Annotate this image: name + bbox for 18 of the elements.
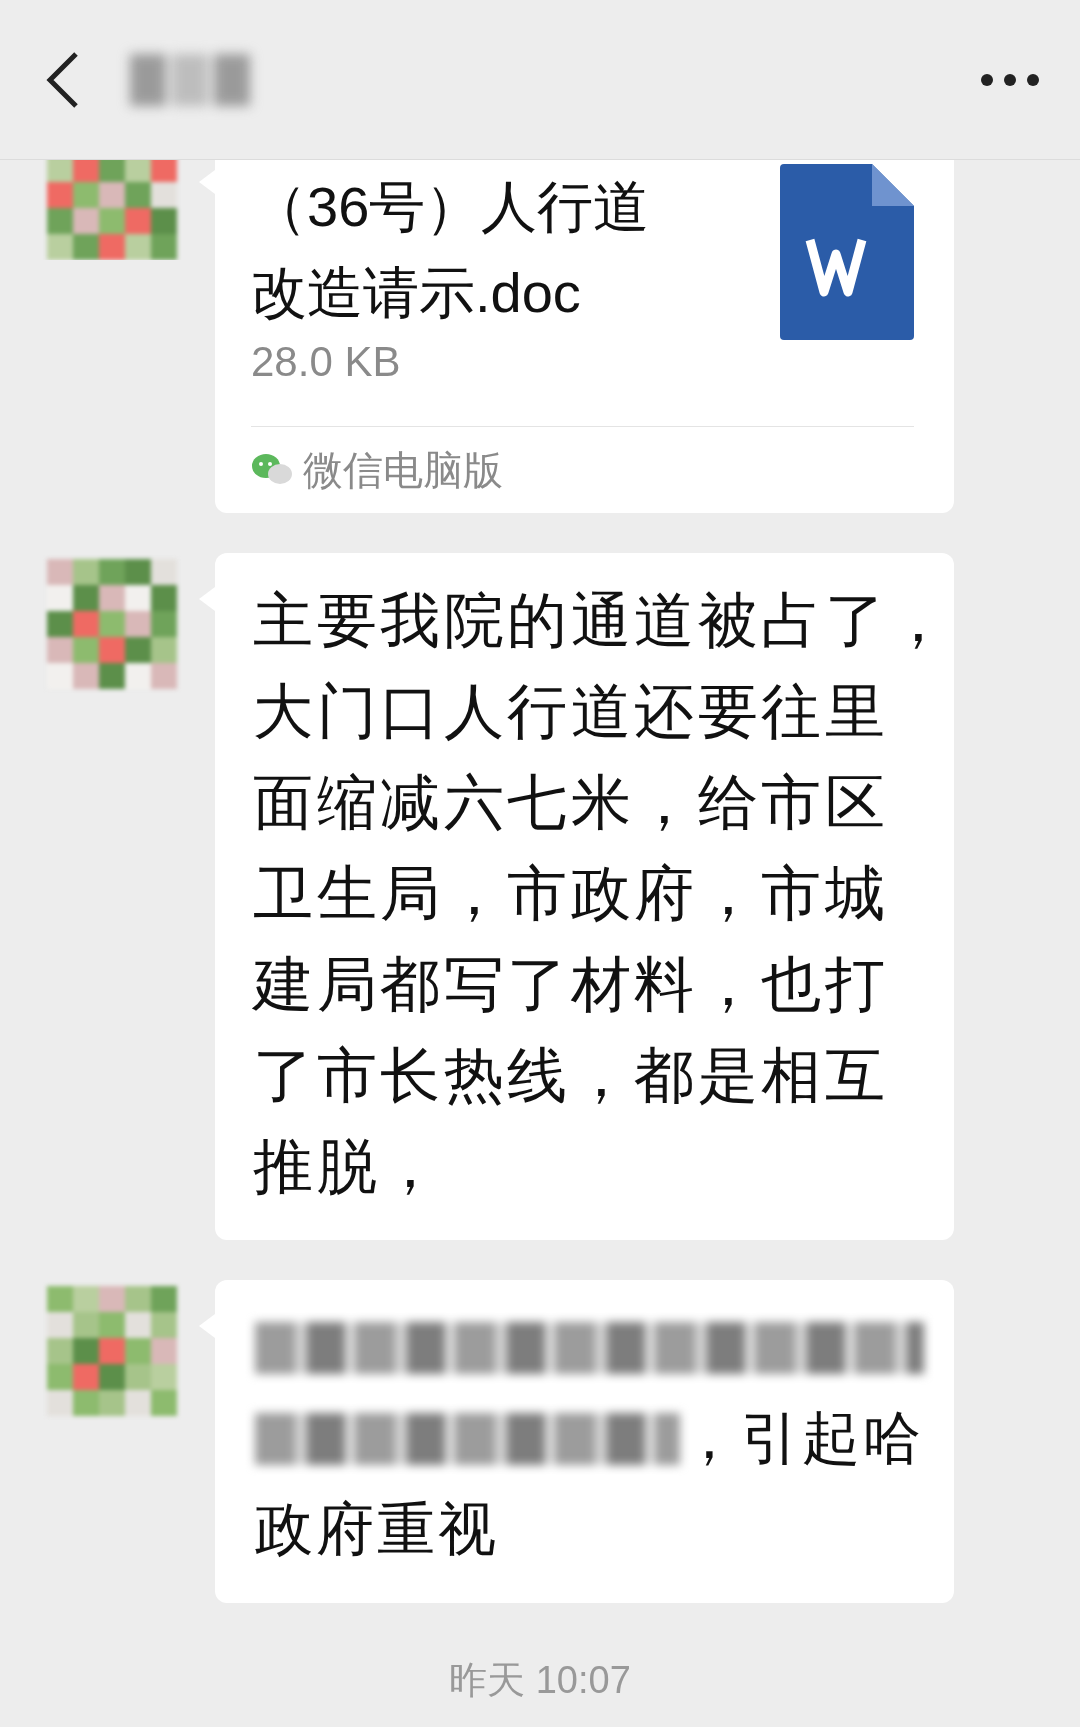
chat-bubbles-icon	[251, 453, 293, 487]
document-icon	[780, 164, 914, 340]
file-name: （36号）人行道	[251, 174, 650, 240]
message-text: 主要我院的通道被占了，	[253, 586, 952, 656]
message-text: 大门口人行道还要往里	[253, 677, 888, 747]
back-icon[interactable]	[44, 49, 80, 110]
timestamp: 昨天 10:07	[449, 1658, 631, 1703]
message-text: 面缩减六七米，给市区	[253, 768, 888, 838]
message-text: ，引起哈	[680, 1403, 924, 1472]
message-text: 了市长热线，都是相互	[253, 1041, 888, 1111]
file-name: 改造请示.doc	[251, 260, 582, 326]
source-label: 微信电脑版	[303, 446, 503, 494]
message-text: 政府重视	[255, 1494, 499, 1563]
message-text: 建局都写了材料，也打	[253, 950, 888, 1020]
message-text: 推脱，	[253, 1132, 444, 1202]
more-icon[interactable]	[980, 72, 1040, 87]
file-size: 28.0 KB	[251, 338, 402, 386]
message-text: 卫生局，市政府，市城	[253, 859, 888, 929]
